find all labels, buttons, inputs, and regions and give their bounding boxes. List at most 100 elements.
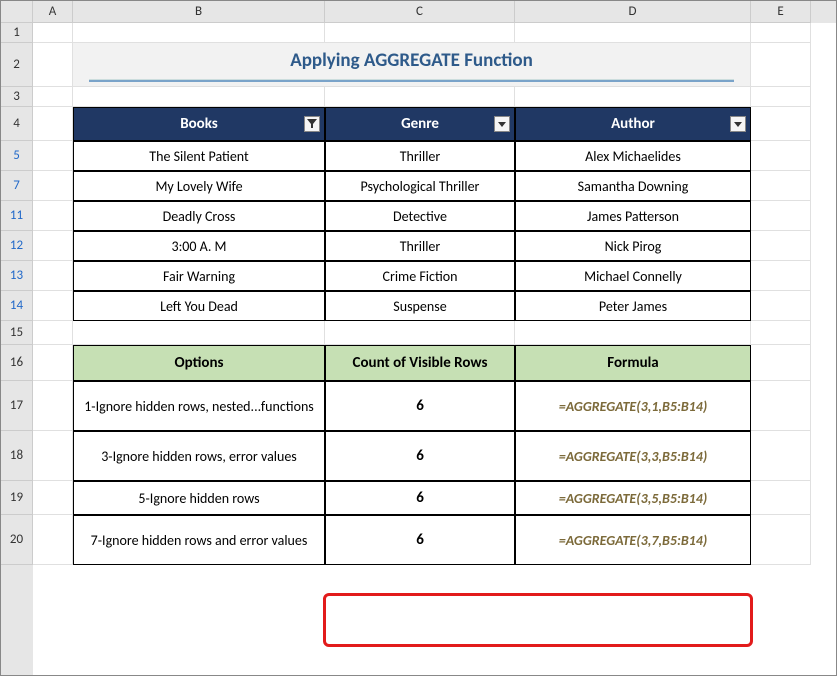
cell[interactable] [325,23,515,43]
row-header[interactable]: 2 [1,43,33,87]
table-cell-book[interactable]: Left You Dead [73,291,325,321]
table-cell-book[interactable]: Fair Warning [73,261,325,291]
table-cell-book[interactable]: The Silent Patient [73,141,325,171]
cell[interactable] [515,87,751,107]
row-header[interactable]: 11 [1,201,33,231]
row-header[interactable]: 19 [1,481,33,515]
formula-cell[interactable]: =AGGREGATE(3,5,B5:B14) [515,481,751,515]
table-header-books[interactable]: Books [73,107,325,141]
table-cell-genre[interactable]: Crime Fiction [325,261,515,291]
row-header[interactable]: 5 [1,141,33,171]
row-header[interactable]: 13 [1,261,33,291]
row-header[interactable]: 14 [1,291,33,321]
table-cell-genre[interactable]: Thriller [325,231,515,261]
cell[interactable] [33,201,73,231]
select-all-corner[interactable] [1,1,33,23]
cell[interactable] [751,291,811,321]
cell[interactable] [73,87,325,107]
option-cell[interactable]: 7-Ignore hidden rows and error values [73,515,325,565]
options-header-options[interactable]: Options [73,345,325,381]
row-header[interactable]: 20 [1,515,33,565]
filter-button[interactable] [494,116,510,132]
table-cell-author[interactable]: Alex Michaelides [515,141,751,171]
row-header[interactable]: 7 [1,171,33,201]
col-header-d[interactable]: D [515,1,751,23]
table-header-author[interactable]: Author [515,107,751,141]
row-header[interactable]: 4 [1,107,33,141]
cell[interactable] [33,291,73,321]
count-cell[interactable]: 6 [325,515,515,565]
cell[interactable] [33,107,73,141]
cell[interactable] [751,87,811,107]
filter-button-active[interactable] [304,116,320,132]
table-cell-book[interactable]: 3:00 A. M [73,231,325,261]
cell[interactable] [751,43,811,87]
row-header[interactable]: 3 [1,87,33,107]
cell[interactable] [515,23,751,43]
cell[interactable] [33,43,73,87]
row-header[interactable]: 1 [1,23,33,43]
cell[interactable] [73,321,325,345]
formula-cell[interactable]: =AGGREGATE(3,7,B5:B14) [515,515,751,565]
col-header-e[interactable]: E [751,1,811,23]
cell[interactable] [751,23,811,43]
table-cell-author[interactable]: Samantha Downing [515,171,751,201]
cell[interactable] [33,321,73,345]
cell[interactable] [33,431,73,481]
cell[interactable] [33,381,73,431]
table-cell-genre[interactable]: Suspense [325,291,515,321]
col-header-c[interactable]: C [325,1,515,23]
cell[interactable] [751,261,811,291]
row-header[interactable]: 18 [1,431,33,481]
cell[interactable] [751,481,811,515]
formula-cell[interactable]: =AGGREGATE(3,3,B5:B14) [515,431,751,481]
cell[interactable] [325,321,515,345]
cell[interactable] [751,321,811,345]
cell[interactable] [751,345,811,381]
cell[interactable] [751,431,811,481]
table-cell-genre[interactable]: Psychological Thriller [325,171,515,201]
table-cell-author[interactable]: Michael Connelly [515,261,751,291]
cell[interactable] [325,87,515,107]
options-header-count[interactable]: Count of Visible Rows [325,345,515,381]
formula-cell[interactable]: =AGGREGATE(3,1,B5:B14) [515,381,751,431]
col-header-b[interactable]: B [73,1,325,23]
count-cell[interactable]: 6 [325,481,515,515]
cell[interactable] [751,201,811,231]
cell[interactable] [33,141,73,171]
cell[interactable] [751,141,811,171]
option-cell[interactable]: 1-Ignore hidden rows, nested...functions [73,381,325,431]
count-cell[interactable]: 6 [325,381,515,431]
col-header-a[interactable]: A [33,1,73,23]
cell[interactable] [33,87,73,107]
table-cell-author[interactable]: Nick Pirog [515,231,751,261]
option-cell[interactable]: 5-Ignore hidden rows [73,481,325,515]
cell[interactable] [33,481,73,515]
table-cell-book[interactable]: My Lovely Wife [73,171,325,201]
filter-button[interactable] [730,116,746,132]
options-header-formula[interactable]: Formula [515,345,751,381]
cell[interactable] [33,171,73,201]
table-cell-author[interactable]: James Patterson [515,201,751,231]
cell[interactable] [33,261,73,291]
count-cell[interactable]: 6 [325,431,515,481]
cell[interactable] [751,231,811,261]
table-cell-book[interactable]: Deadly Cross [73,201,325,231]
table-header-genre[interactable]: Genre [325,107,515,141]
cell[interactable] [33,231,73,261]
cell[interactable] [751,381,811,431]
cell[interactable] [73,23,325,43]
row-header[interactable]: 12 [1,231,33,261]
cell[interactable] [33,515,73,565]
cell[interactable] [751,515,811,565]
cell[interactable] [33,23,73,43]
row-header[interactable]: 16 [1,345,33,381]
cell[interactable] [33,345,73,381]
cell[interactable] [751,171,811,201]
cell[interactable] [751,107,811,141]
table-cell-author[interactable]: Peter James [515,291,751,321]
table-cell-genre[interactable]: Detective [325,201,515,231]
option-cell[interactable]: 3-Ignore hidden rows, error values [73,431,325,481]
cell[interactable] [515,321,751,345]
row-header[interactable]: 15 [1,321,33,345]
